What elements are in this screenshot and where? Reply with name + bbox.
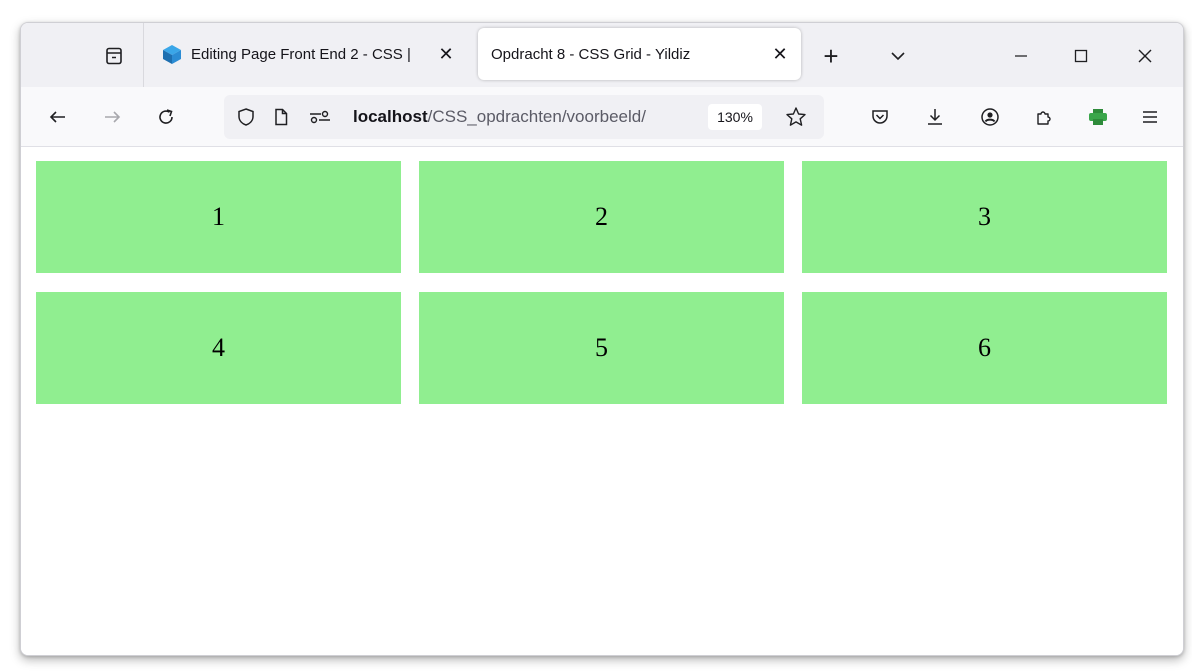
url-text[interactable]: localhost/CSS_opdrachten/voorbeeld/ bbox=[353, 107, 698, 127]
tab-strip: Editing Page Front End 2 - CSS | ✕ Opdra… bbox=[21, 23, 1183, 87]
reload-icon bbox=[159, 109, 173, 124]
close-tab-icon[interactable]: ✕ bbox=[767, 41, 793, 67]
tab-editing-page[interactable]: Editing Page Front End 2 - CSS | ✕ bbox=[149, 28, 467, 80]
account-button[interactable] bbox=[974, 101, 1006, 133]
permissions-icon[interactable] bbox=[308, 105, 332, 129]
menu-icon bbox=[1143, 111, 1157, 123]
app-menu-button[interactable] bbox=[1134, 101, 1166, 133]
page-content: 1 2 3 4 5 6 bbox=[21, 147, 1183, 655]
printer-extension-icon bbox=[1089, 109, 1107, 125]
grid-item: 2 bbox=[419, 161, 784, 273]
bookmark-star-icon[interactable] bbox=[784, 105, 808, 129]
tab-separator bbox=[143, 23, 144, 87]
firefox-view-button[interactable] bbox=[99, 41, 129, 71]
back-button[interactable] bbox=[42, 101, 74, 133]
firefox-view-icon bbox=[106, 47, 122, 65]
navigation-toolbar: localhost/CSS_opdrachten/voorbeeld/ 130% bbox=[21, 87, 1183, 147]
grid-item: 5 bbox=[419, 292, 784, 404]
printer-extension-button[interactable] bbox=[1082, 101, 1114, 133]
maximize-button[interactable] bbox=[1066, 41, 1096, 71]
reload-button[interactable] bbox=[150, 101, 182, 133]
close-window-button[interactable] bbox=[1130, 41, 1160, 71]
shield-icon[interactable] bbox=[234, 105, 258, 129]
download-icon bbox=[928, 109, 942, 125]
chevron-down-icon bbox=[891, 52, 905, 61]
grid-item: 1 bbox=[36, 161, 401, 273]
minimize-button[interactable] bbox=[1006, 41, 1036, 71]
extensions-button[interactable] bbox=[1028, 101, 1060, 133]
extensions-icon bbox=[1037, 111, 1051, 125]
close-tab-icon[interactable]: ✕ bbox=[433, 41, 459, 67]
grid-item: 3 bbox=[802, 161, 1167, 273]
page-icon[interactable] bbox=[269, 105, 293, 129]
tab-opdracht-8[interactable]: Opdracht 8 - CSS Grid - Yildiz ✕ bbox=[478, 28, 801, 80]
url-path: /CSS_opdrachten/voorbeeld/ bbox=[427, 107, 646, 126]
address-bar[interactable]: localhost/CSS_opdrachten/voorbeeld/ 130% bbox=[224, 95, 824, 139]
plus-icon: + bbox=[823, 41, 839, 71]
pocket-icon bbox=[872, 110, 888, 124]
grid-item: 6 bbox=[802, 292, 1167, 404]
css-grid-container: 1 2 3 4 5 6 bbox=[36, 161, 1167, 404]
forward-button[interactable] bbox=[96, 101, 128, 133]
tab-title: Editing Page Front End 2 - CSS | bbox=[191, 45, 411, 63]
new-tab-button[interactable]: + bbox=[816, 41, 846, 71]
forward-icon bbox=[105, 111, 121, 123]
account-icon bbox=[981, 108, 999, 126]
url-host: localhost bbox=[353, 107, 428, 126]
pocket-button[interactable] bbox=[864, 101, 896, 133]
cube-icon bbox=[161, 43, 183, 65]
minimize-icon bbox=[1015, 55, 1027, 57]
browser-window: Editing Page Front End 2 - CSS | ✕ Opdra… bbox=[20, 22, 1184, 656]
downloads-button[interactable] bbox=[919, 101, 951, 133]
zoom-level-badge[interactable]: 130% bbox=[708, 104, 762, 130]
grid-item: 4 bbox=[36, 292, 401, 404]
back-icon bbox=[49, 111, 65, 123]
close-icon bbox=[1138, 49, 1152, 63]
list-all-tabs-button[interactable] bbox=[883, 41, 913, 71]
maximize-icon bbox=[1074, 49, 1088, 63]
tab-title: Opdracht 8 - CSS Grid - Yildiz bbox=[491, 45, 691, 63]
